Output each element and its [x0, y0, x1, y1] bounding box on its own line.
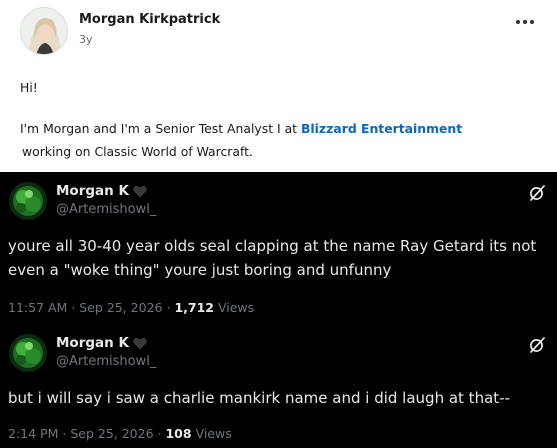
avatar[interactable] — [9, 334, 47, 372]
grok-icon[interactable] — [528, 336, 546, 354]
avatar[interactable] — [9, 182, 47, 220]
dot — [516, 20, 520, 24]
linkedin-post: Morgan Kirkpatrick 3y Hi! I'm Morgan and… — [0, 0, 557, 172]
display-name[interactable]: Morgan K — [56, 183, 147, 199]
separator: · — [62, 426, 67, 441]
profile-photo — [21, 8, 67, 54]
separator: · — [166, 300, 171, 315]
more-options-icon[interactable] — [516, 16, 540, 28]
dot — [523, 20, 527, 24]
tweet-meta: 11:57 AM · Sep 25, 2026 · 1,712 Views — [8, 300, 254, 315]
views-label: Views — [217, 300, 255, 315]
tweet-text-line: even a "woke thing" youre just boring an… — [8, 261, 392, 279]
dot — [530, 20, 534, 24]
display-name-text: Morgan K — [56, 183, 129, 199]
views-count: 1,712 — [174, 300, 214, 315]
intro-text: I'm Morgan and I'm a Senior Test Analyst… — [20, 121, 301, 136]
post-age: 3y — [79, 33, 93, 46]
tweet-text: youre all 30-40 year olds seal clapping … — [8, 234, 553, 282]
black-heart-icon — [133, 337, 147, 349]
tweet-time[interactable]: 11:57 AM — [8, 300, 67, 315]
display-name[interactable]: Morgan K — [56, 335, 147, 351]
post-body: Hi! I'm Morgan and I'm a Senior Test Ana… — [20, 80, 540, 159]
x-posts-panel: Morgan K @Artemishowl_ youre all 30-40 y… — [0, 172, 557, 448]
tweet-date[interactable]: Sep 25, 2026 — [79, 300, 162, 315]
tweet-text-line: youre all 30-40 year olds seal clapping … — [8, 237, 537, 255]
display-name-text: Morgan K — [56, 335, 129, 351]
greeting-text: Hi! — [20, 80, 38, 95]
black-heart-icon — [133, 185, 147, 197]
views-label: Views — [195, 426, 232, 441]
grok-icon[interactable] — [528, 184, 546, 202]
tweet-date[interactable]: Sep 25, 2026 — [70, 426, 153, 441]
handle[interactable]: @Artemishowl_ — [56, 354, 156, 369]
views-count: 108 — [165, 426, 192, 441]
author-name[interactable]: Morgan Kirkpatrick — [79, 12, 220, 27]
avatar[interactable] — [20, 7, 68, 55]
tweet-text: but i will say i saw a charlie mankirk n… — [8, 389, 510, 407]
separator: · — [157, 426, 162, 441]
tweet-meta: 2:14 PM · Sep 25, 2026 · 108 Views — [8, 426, 232, 441]
company-link[interactable]: Blizzard Entertainment — [301, 121, 462, 136]
profile-photo — [9, 182, 47, 220]
intro-line: I'm Morgan and I'm a Senior Test Analyst… — [20, 121, 462, 136]
tweet-time[interactable]: 2:14 PM — [8, 426, 58, 441]
profile-photo — [9, 334, 47, 372]
intro-continuation: working on Classic World of Warcraft. — [22, 144, 253, 159]
separator: · — [71, 300, 76, 315]
handle[interactable]: @Artemishowl_ — [56, 202, 156, 217]
